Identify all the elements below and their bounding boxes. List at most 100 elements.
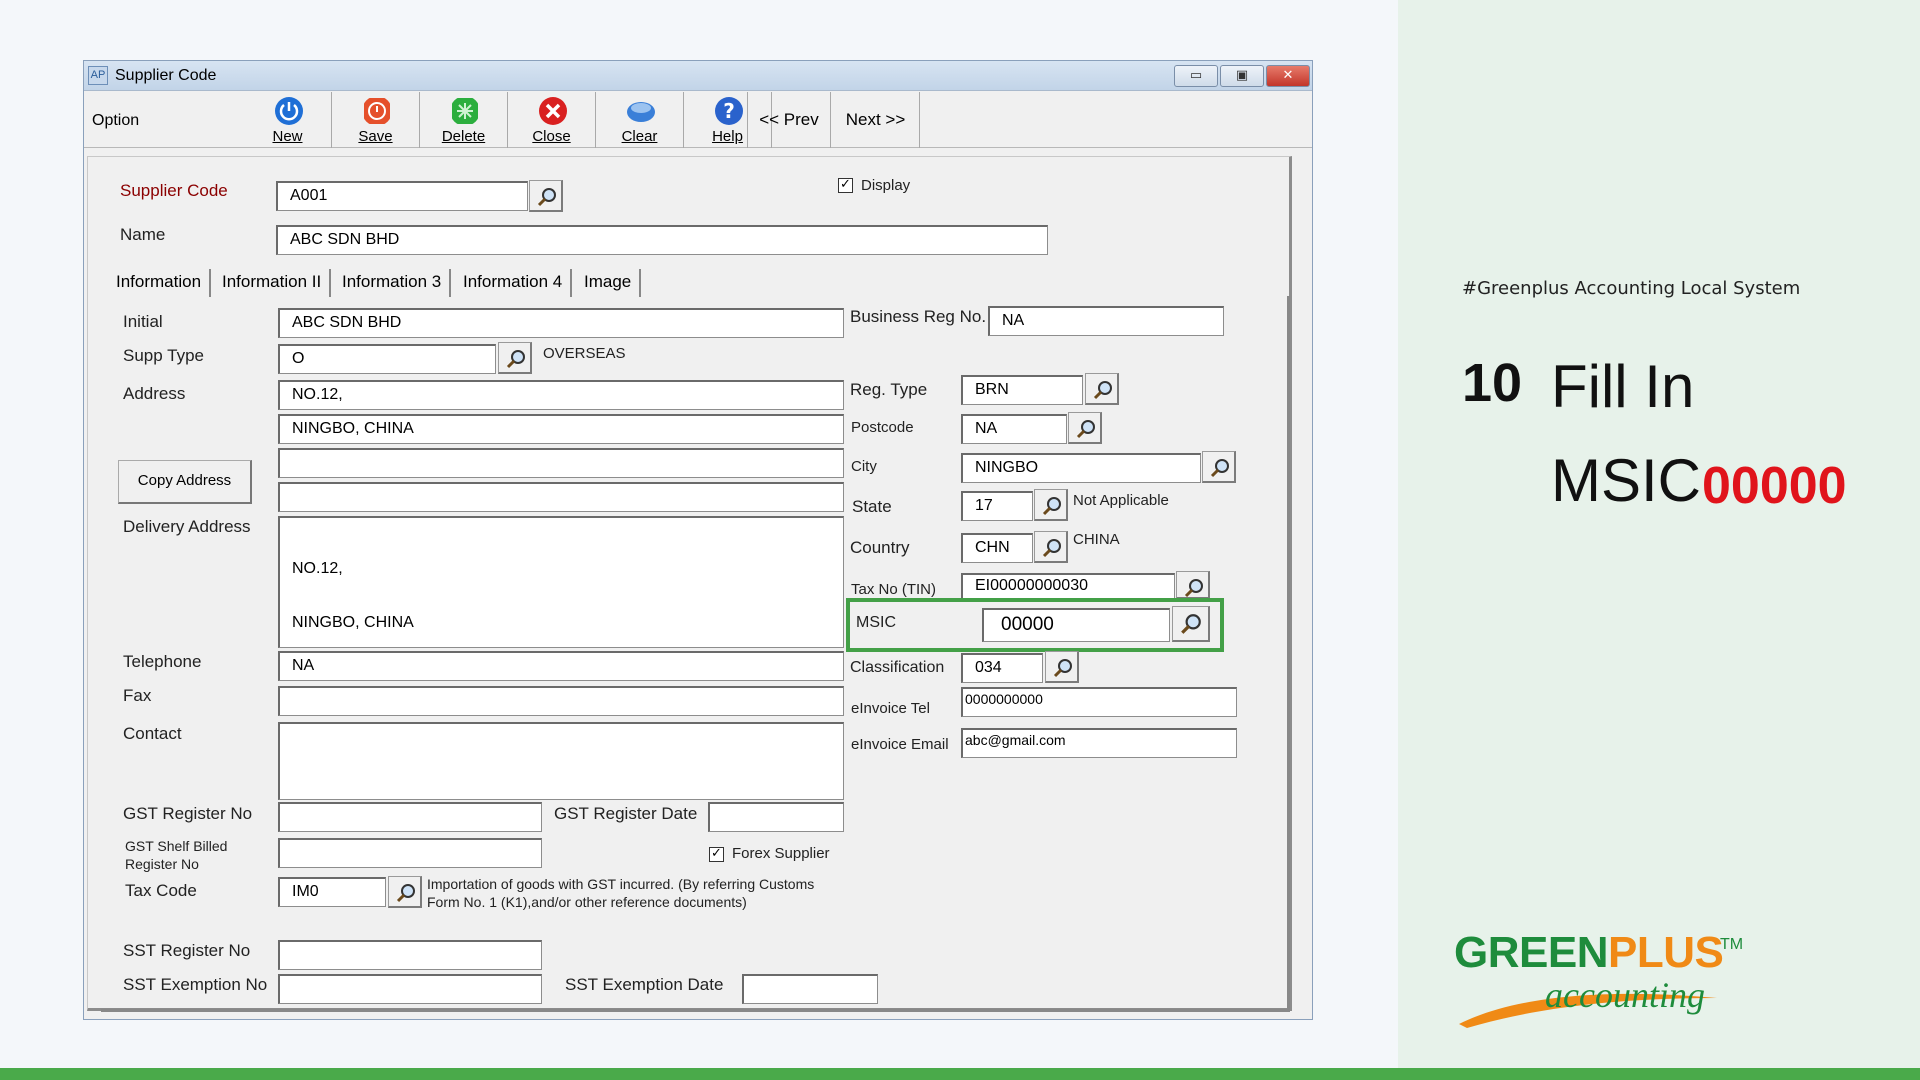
brand-logo: GREENPLUS <box>1454 928 1724 978</box>
reg-type-input[interactable]: BRN <box>961 375 1083 405</box>
country-lookup-button[interactable] <box>1034 531 1068 563</box>
tax-no-input[interactable]: EI00000000030 <box>961 573 1175 599</box>
delivery-address-textarea[interactable]: NO.12, NINGBO, CHINA <box>278 516 844 648</box>
window-title: Supplier Code <box>115 67 217 84</box>
postcode-input[interactable]: NA <box>961 414 1067 444</box>
name-input[interactable]: ABC SDN BHD <box>276 225 1048 255</box>
business-reg-input[interactable]: NA <box>988 306 1224 336</box>
address-line-4[interactable] <box>278 482 844 512</box>
option-label[interactable]: Option <box>92 112 139 130</box>
classification-lookup-button[interactable] <box>1045 651 1079 683</box>
state-lookup-button[interactable] <box>1034 489 1068 521</box>
svg-text:?: ? <box>723 99 735 123</box>
gst-register-date-input[interactable] <box>708 802 844 832</box>
einvoice-email-label: eInvoice Email <box>851 736 949 753</box>
tab-information-2[interactable]: Information II <box>214 269 332 297</box>
close-circle-icon <box>539 97 567 125</box>
postcode-label: Postcode <box>851 419 914 436</box>
delete-icon <box>452 98 478 124</box>
magnifier-icon <box>396 884 415 903</box>
telephone-input[interactable]: NA <box>278 651 844 681</box>
forex-supplier-label: Forex Supplier <box>732 845 830 862</box>
address-line-2[interactable]: NINGBO, CHINA <box>278 414 844 444</box>
tax-code-input[interactable]: IM0 <box>278 877 386 907</box>
initial-input[interactable]: ABC SDN BHD <box>278 308 844 338</box>
sst-register-no-label: SST Register No <box>123 941 251 960</box>
window-titlebar[interactable]: AP Supplier Code ▭ ▣ ✕ <box>84 61 1312 91</box>
country-input[interactable]: CHN <box>961 533 1033 563</box>
gst-shelf-register-input[interactable] <box>278 838 542 868</box>
gst-register-no-input[interactable] <box>278 802 542 832</box>
state-description: Not Applicable <box>1073 492 1169 509</box>
next-button[interactable]: Next >> <box>832 92 920 148</box>
postcode-lookup-button[interactable] <box>1068 412 1102 444</box>
sst-exemption-date-input[interactable] <box>742 974 878 1004</box>
logo-green-text: GREEN <box>1454 928 1608 977</box>
supp-type-lookup-button[interactable] <box>498 342 532 374</box>
step-title-line2: MSIC <box>1551 447 1701 514</box>
sst-register-no-input[interactable] <box>278 940 542 970</box>
einvoice-email-input[interactable]: abc@gmail.com <box>961 728 1237 758</box>
supp-type-label: Supp Type <box>123 346 204 365</box>
supplier-code-lookup-button[interactable] <box>529 180 563 212</box>
supplier-code-input[interactable]: A001 <box>276 181 528 211</box>
tax-no-lookup-button[interactable] <box>1176 571 1210 599</box>
forex-supplier-checkbox[interactable]: ✓ <box>709 847 724 862</box>
clear-icon <box>627 102 655 122</box>
fax-label: Fax <box>123 686 152 705</box>
display-checkbox[interactable]: ✓ <box>838 178 853 193</box>
magnifier-icon <box>1042 497 1061 516</box>
prev-button[interactable]: << Prev <box>747 92 831 148</box>
save-button[interactable]: Save <box>332 92 420 148</box>
magnifier-icon <box>1210 459 1229 478</box>
help-icon: ? <box>715 97 743 125</box>
city-input[interactable]: NINGBO <box>961 453 1201 483</box>
msic-label: MSIC <box>856 614 896 631</box>
supp-type-input[interactable]: O <box>278 344 496 374</box>
tax-code-lookup-button[interactable] <box>388 876 422 908</box>
tab-information[interactable]: Information <box>108 269 212 297</box>
save-icon <box>364 98 390 124</box>
step-title-line1: Fill In <box>1551 353 1695 420</box>
classification-input[interactable]: 034 <box>961 653 1043 683</box>
address-line-3[interactable] <box>278 448 844 478</box>
clear-button[interactable]: Clear <box>596 92 684 148</box>
display-label: Display <box>861 177 911 194</box>
address-line-1[interactable]: NO.12, <box>278 380 844 410</box>
tab-image[interactable]: Image <box>576 269 642 297</box>
msic-input[interactable]: 00000 <box>982 608 1170 642</box>
new-button[interactable]: New <box>244 92 332 148</box>
einvoice-tel-input[interactable]: 0000000000 <box>961 687 1237 717</box>
gst-shelf-label-line2: Register No <box>125 856 199 872</box>
reg-type-lookup-button[interactable] <box>1085 373 1119 405</box>
magnifier-icon <box>1093 381 1112 400</box>
fax-input[interactable] <box>278 686 844 716</box>
tab-information-3[interactable]: Information 3 <box>334 269 452 297</box>
sst-exemption-no-label: SST Exemption No <box>123 975 268 994</box>
state-input[interactable]: 17 <box>961 491 1033 521</box>
msic-lookup-button[interactable] <box>1172 606 1210 642</box>
einvoice-tel-label: eInvoice Tel <box>851 700 930 717</box>
save-label: Save <box>358 128 393 145</box>
reg-type-label: Reg. Type <box>850 380 928 399</box>
copy-address-button[interactable]: Copy Address <box>118 460 252 504</box>
sst-exemption-no-input[interactable] <box>278 974 542 1004</box>
city-label: City <box>851 458 877 475</box>
minimize-button[interactable]: ▭ <box>1174 65 1218 87</box>
tab-information-4[interactable]: Information 4 <box>455 269 573 297</box>
close-window-button[interactable]: ✕ <box>1266 65 1310 87</box>
maximize-button[interactable]: ▣ <box>1220 65 1264 87</box>
close-button[interactable]: Close <box>508 92 596 148</box>
city-lookup-button[interactable] <box>1202 451 1236 483</box>
magnifier-icon <box>1053 659 1072 678</box>
state-label: State <box>852 497 892 516</box>
clear-label: Clear <box>621 128 658 145</box>
gst-register-date-label: GST Register Date <box>554 804 698 823</box>
magnifier-icon <box>1181 614 1201 634</box>
contact-textarea[interactable] <box>278 722 844 800</box>
delete-label: Delete <box>441 128 486 145</box>
contact-label: Contact <box>123 724 182 743</box>
sst-exemption-date-label: SST Exemption Date <box>565 975 724 994</box>
business-reg-label: Business Reg No. <box>850 307 987 326</box>
delete-button[interactable]: Delete <box>420 92 508 148</box>
